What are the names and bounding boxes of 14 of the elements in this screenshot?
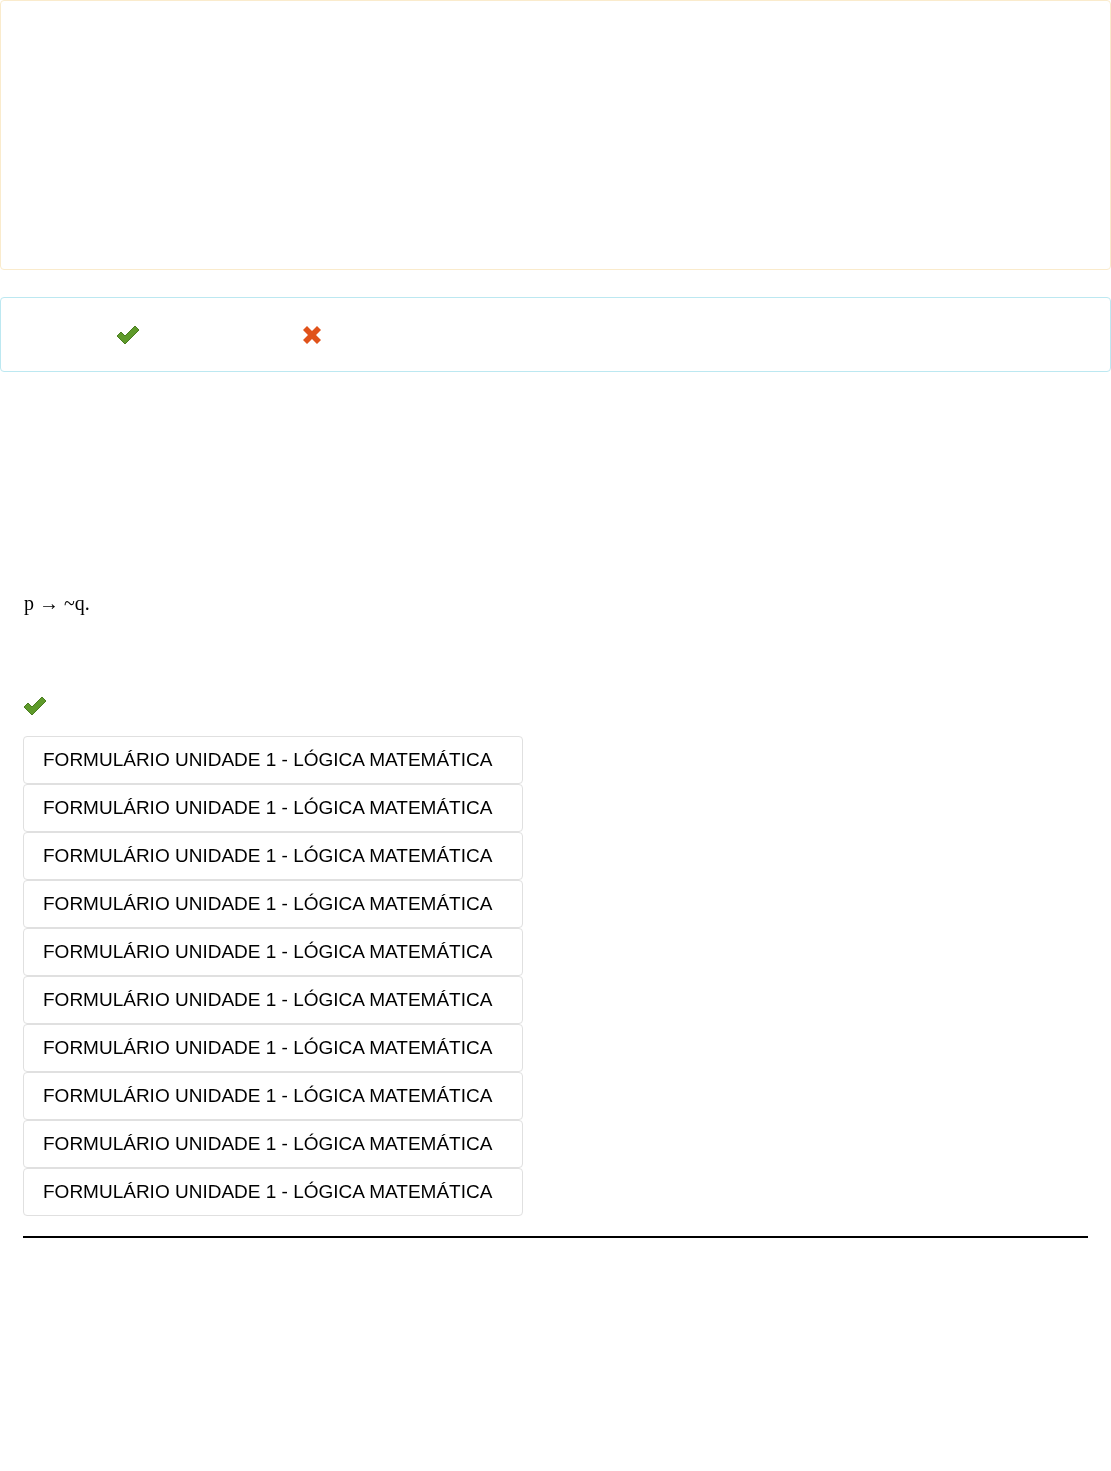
check-icon	[115, 323, 141, 346]
document-link[interactable]: FORMULÁRIO UNIDADE 1 - LÓGICA MATEMÁTICA	[23, 832, 523, 880]
formula-text: p → ~q.	[24, 592, 90, 614]
document-link[interactable]: FORMULÁRIO UNIDADE 1 - LÓGICA MATEMÁTICA	[23, 736, 523, 784]
document-link[interactable]: FORMULÁRIO UNIDADE 1 - LÓGICA MATEMÁTICA	[23, 1024, 523, 1072]
document-link[interactable]: FORMULÁRIO UNIDADE 1 - LÓGICA MATEMÁTICA	[23, 784, 523, 832]
document-link[interactable]: FORMULÁRIO UNIDADE 1 - LÓGICA MATEMÁTICA	[23, 928, 523, 976]
document-link[interactable]: FORMULÁRIO UNIDADE 1 - LÓGICA MATEMÁTICA	[23, 1072, 523, 1120]
document-link[interactable]: FORMULÁRIO UNIDADE 1 - LÓGICA MATEMÁTICA	[23, 1120, 523, 1168]
document-link[interactable]: FORMULÁRIO UNIDADE 1 - LÓGICA MATEMÁTICA	[23, 976, 523, 1024]
check-icon	[22, 695, 48, 717]
close-icon	[301, 323, 323, 346]
document-link[interactable]: FORMULÁRIO UNIDADE 1 - LÓGICA MATEMÁTICA	[23, 880, 523, 928]
document-link[interactable]: FORMULÁRIO UNIDADE 1 - LÓGICA MATEMÁTICA	[23, 1168, 523, 1216]
